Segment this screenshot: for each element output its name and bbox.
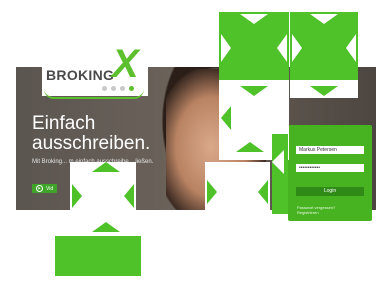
register-link[interactable]: Registrieren [297, 210, 335, 215]
carousel-dot[interactable] [120, 86, 125, 91]
login-links: Passwort vergessen? Registrieren [297, 205, 335, 215]
arrow-icon [277, 34, 287, 62]
carousel-dot[interactable] [111, 86, 116, 91]
carousel-dots[interactable] [102, 86, 134, 91]
arrow-icon [310, 14, 338, 24]
logo-text: BROKING [46, 67, 115, 83]
arrow-icon [236, 142, 264, 152]
arrow-icon [272, 150, 284, 174]
arrow-icon [240, 14, 268, 24]
arrow-icon [92, 222, 120, 232]
password-field[interactable] [296, 164, 364, 172]
arrow-icon [72, 184, 82, 208]
video-button-label: Vid [46, 185, 54, 192]
hero-headline: Einfach ausschreiben. [32, 114, 150, 154]
username-field[interactable] [296, 146, 364, 154]
arrow-icon [310, 86, 338, 96]
hero-headline-line2: ausschreiben. [32, 133, 151, 154]
overlay-block-bottom [55, 236, 141, 276]
carousel-dot[interactable] [102, 86, 107, 91]
arrow-icon [240, 86, 268, 96]
carousel-dot-active[interactable] [129, 86, 134, 91]
arrow-icon [346, 34, 356, 62]
logo-mark: X [112, 42, 139, 86]
hero-headline-line1: Einfach [32, 113, 96, 134]
arrow-icon [207, 180, 217, 204]
arrow-icon [124, 184, 134, 208]
arrow-icon [258, 180, 268, 204]
overlay-block-right-strip [272, 134, 288, 214]
arrow-icon [221, 34, 231, 62]
arrow-icon [292, 34, 302, 62]
video-button[interactable]: ▶ Vid [32, 184, 58, 193]
play-icon: ▶ [36, 185, 43, 192]
arrow-icon [221, 106, 231, 130]
arrow-icon [92, 162, 120, 172]
login-button[interactable]: Login [296, 187, 364, 196]
